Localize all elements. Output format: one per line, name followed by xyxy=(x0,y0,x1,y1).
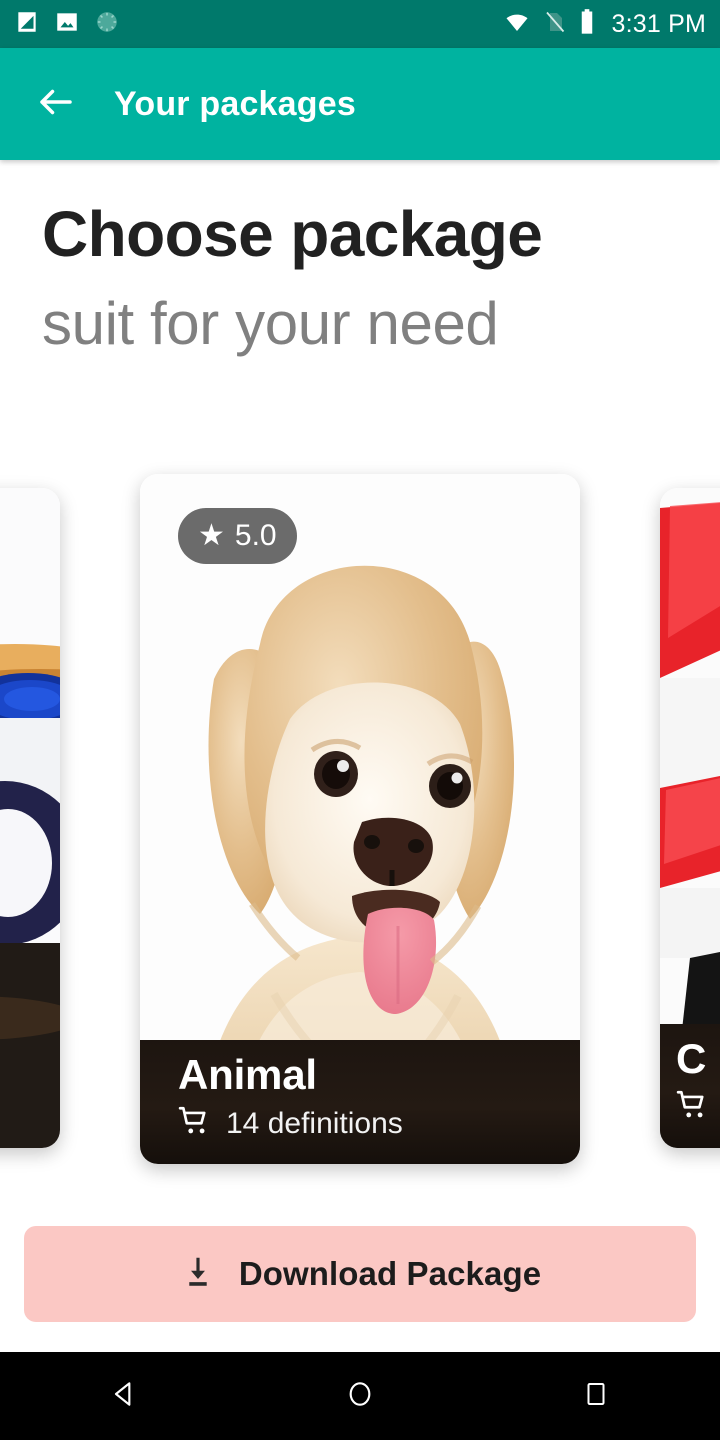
status-bar-clock: 3:31 PM xyxy=(611,9,706,38)
package-card-left-image xyxy=(0,488,60,1148)
app-screen: 3:31 PM Your packages Choose package sui… xyxy=(0,0,720,1440)
package-card-animal[interactable]: ★ 5.0 Animal 14 definitions xyxy=(140,474,580,1164)
package-card-animal-footer: Animal 14 definitions xyxy=(140,1040,580,1164)
wifi-icon xyxy=(503,10,531,39)
battery-icon xyxy=(579,8,595,41)
page-title: Choose package xyxy=(42,198,543,270)
no-sim-icon xyxy=(543,9,567,40)
back-button[interactable] xyxy=(24,72,88,136)
package-card-right-meta xyxy=(676,1088,720,1127)
package-card-meta: 14 definitions xyxy=(178,1104,542,1143)
package-carousel[interactable]: ★ 5.0 Animal 14 definitions C xyxy=(0,474,720,1174)
download-icon xyxy=(179,1253,217,1296)
app-bar: Your packages xyxy=(0,48,720,160)
download-package-label: Download Package xyxy=(238,1255,542,1292)
nav-home-button[interactable] xyxy=(328,1364,392,1428)
download-package-button[interactable]: Download Package xyxy=(24,1226,696,1322)
rating-badge: ★ 5.0 xyxy=(178,508,297,564)
screenshot-icon xyxy=(14,9,40,40)
nav-back-button[interactable] xyxy=(92,1364,156,1428)
status-bar-right-icons: 3:31 PM xyxy=(503,8,706,41)
app-bar-title: Your packages xyxy=(114,84,356,123)
package-card-right-footer: C xyxy=(660,1024,720,1148)
sync-progress-icon xyxy=(94,9,120,40)
package-card-definitions-count: 14 definitions xyxy=(226,1106,403,1140)
shopping-cart-icon xyxy=(676,1088,710,1127)
nav-recents-button[interactable] xyxy=(564,1364,628,1428)
recents-square-icon xyxy=(581,1379,611,1414)
package-card-left[interactable] xyxy=(0,488,60,1148)
arrow-left-icon xyxy=(35,81,77,128)
star-icon: ★ xyxy=(198,519,225,552)
status-bar: 3:31 PM xyxy=(0,0,720,48)
back-triangle-icon xyxy=(108,1378,140,1415)
home-circle-icon xyxy=(344,1378,376,1415)
android-nav-bar xyxy=(0,1352,720,1440)
rating-value: 5.0 xyxy=(234,519,277,552)
shopping-cart-icon xyxy=(178,1104,212,1143)
package-card-title: Animal xyxy=(178,1051,317,1098)
package-card-right-title: C xyxy=(676,1035,707,1082)
headings-block: Choose package suit for your need xyxy=(42,198,682,358)
status-bar-left-icons xyxy=(14,9,120,40)
image-icon xyxy=(54,9,80,40)
package-card-right[interactable]: C xyxy=(660,488,720,1148)
page-subtitle: suit for your need xyxy=(42,290,499,358)
